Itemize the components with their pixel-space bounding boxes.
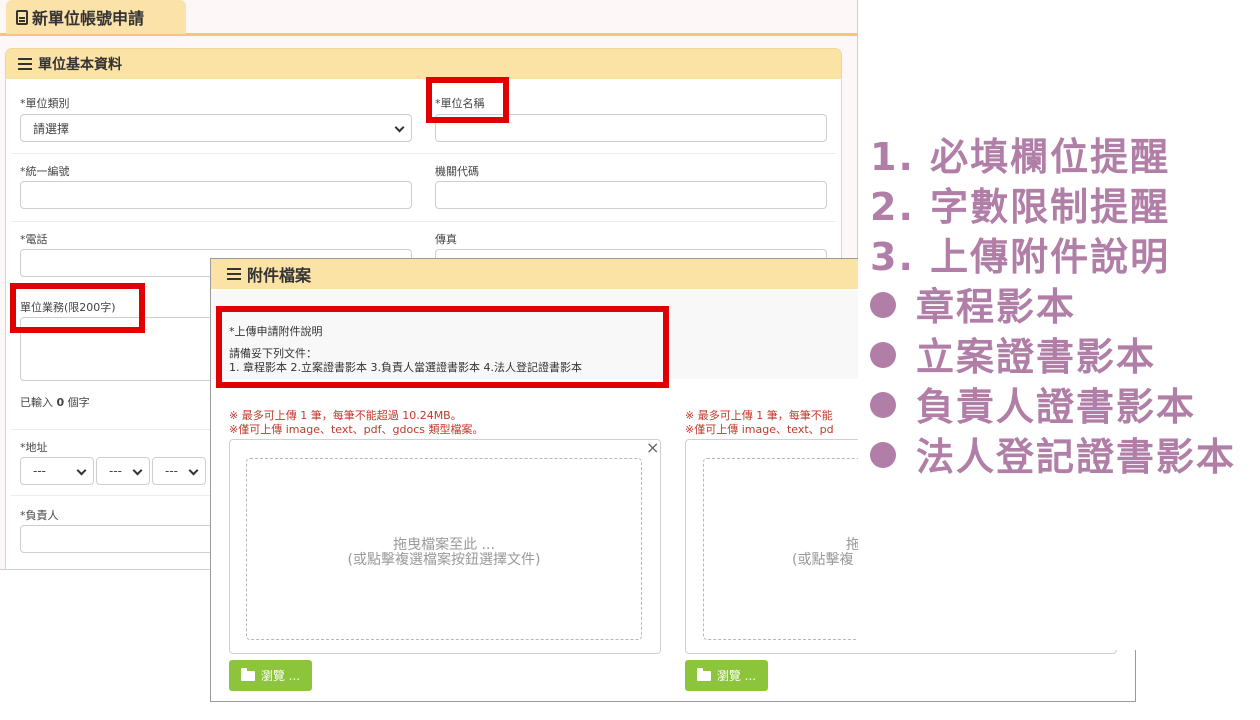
- chevron-down-icon: [188, 465, 199, 476]
- legend-bullet-text: 章程影本: [916, 285, 1077, 329]
- attachment-title: 附件檔案: [247, 266, 312, 285]
- highlight-box-attachment-info: [216, 306, 669, 388]
- phone-label: *電話: [20, 233, 48, 246]
- basic-info-title: 單位基本資料: [38, 57, 122, 73]
- upload-note-types: ※僅可上傳 image、text、pd: [685, 423, 834, 436]
- legend-bullet-text: 負責人證書影本: [916, 385, 1197, 429]
- legend-item-required: 1. 必填欄位提醒: [870, 135, 1171, 179]
- unit-type-label: *單位類別: [20, 97, 70, 110]
- char-count-prefix: 已輸入: [20, 396, 53, 409]
- address-district-select[interactable]: ---: [96, 457, 150, 485]
- chevron-down-icon: [132, 465, 143, 476]
- browse-label: 瀏覽 ...: [716, 669, 757, 683]
- address-city-select[interactable]: ---: [20, 457, 94, 485]
- folder-open-icon: [240, 667, 255, 681]
- row-divider: [11, 153, 836, 154]
- legend-item-bullet-4: 法人登記證書影本: [870, 433, 1236, 481]
- bullet-dot-icon: [870, 342, 896, 368]
- address-road-select[interactable]: ---: [152, 457, 206, 485]
- legend-bullet-text: 法人登記證書影本: [916, 435, 1237, 479]
- basic-info-header: 單位基本資料: [6, 49, 841, 79]
- folder-open-icon: [696, 667, 711, 681]
- bullet-dot-icon: [870, 292, 896, 318]
- upload-panel: × 拖曳檔案至此 ... (或點擊複選檔案按鈕選擇文件): [229, 438, 661, 654]
- agency-code-input[interactable]: [435, 181, 827, 209]
- upload-note-types: ※僅可上傳 image、text、pdf、gdocs 類型檔案。: [229, 423, 484, 436]
- address-road-value: ---: [165, 464, 178, 478]
- browse-button[interactable]: 瀏覽 ...: [685, 660, 768, 691]
- browse-label: 瀏覽 ...: [260, 669, 301, 683]
- legend-bullet-text: 立案證書影本: [916, 335, 1157, 379]
- drop-zone[interactable]: 拖曳檔案至此 ... (或點擊複選檔案按鈕選擇文件): [246, 458, 642, 640]
- tab-bar: 新單位帳號申請: [0, 0, 857, 36]
- tab-new-unit-account[interactable]: 新單位帳號申請: [6, 0, 186, 34]
- highlight-box-business: [10, 283, 145, 333]
- bullet-dot-icon: [870, 442, 896, 468]
- legend-item-bullet-1: 章程影本: [870, 283, 1076, 331]
- highlight-box-unit-name: [426, 77, 509, 123]
- legend-item-char-limit: 2. 字數限制提醒: [870, 185, 1171, 229]
- agency-code-label: 機關代碼: [435, 165, 479, 178]
- char-count-suffix: 個字: [67, 396, 90, 409]
- tax-id-label: *統一編號: [20, 165, 70, 178]
- browse-button[interactable]: 瀏覽 ...: [229, 660, 312, 691]
- fax-label: 傳真: [435, 233, 457, 246]
- owner-label: *負責人: [20, 509, 59, 522]
- address-city-value: ---: [33, 464, 46, 478]
- tab-label: 新單位帳號申請: [32, 9, 145, 28]
- annotation-legend: 1. 必填欄位提醒 2. 字數限制提醒 3. 上傳附件說明 章程影本 立案證書影…: [858, 125, 1260, 650]
- menu-icon: [18, 58, 32, 70]
- tax-id-input[interactable]: [20, 181, 412, 209]
- chevron-down-icon: [76, 465, 87, 476]
- unit-type-value: 請選擇: [33, 121, 70, 136]
- upload-note-size: ※ 最多可上傳 1 筆，每筆不能: [685, 409, 833, 422]
- address-label: *地址: [20, 441, 48, 454]
- address-district-value: ---: [109, 464, 122, 478]
- bullet-dot-icon: [870, 392, 896, 418]
- menu-icon: [227, 268, 241, 280]
- upload-note-size: ※ 最多可上傳 1 筆，每筆不能超過 10.24MB。: [229, 409, 462, 422]
- char-count-value: 0: [56, 396, 65, 409]
- chevron-down-icon: [394, 122, 405, 133]
- screenshot-stage: 新單位帳號申請 單位基本資料 *單位類別 請選擇 *單位名稱 *統一編號 機關代…: [0, 0, 1260, 720]
- close-icon[interactable]: ×: [646, 438, 659, 457]
- row-divider: [11, 221, 836, 222]
- legend-item-bullet-3: 負責人證書影本: [870, 383, 1196, 431]
- char-count: 已輸入 0 個字: [20, 394, 90, 410]
- legend-item-upload: 3. 上傳附件說明: [870, 235, 1171, 279]
- unit-type-select[interactable]: 請選擇: [20, 114, 412, 142]
- document-icon: [16, 9, 28, 25]
- drop-text-hint: (或點擊複選檔案按鈕選擇文件): [347, 552, 541, 568]
- legend-item-bullet-2: 立案證書影本: [870, 333, 1156, 381]
